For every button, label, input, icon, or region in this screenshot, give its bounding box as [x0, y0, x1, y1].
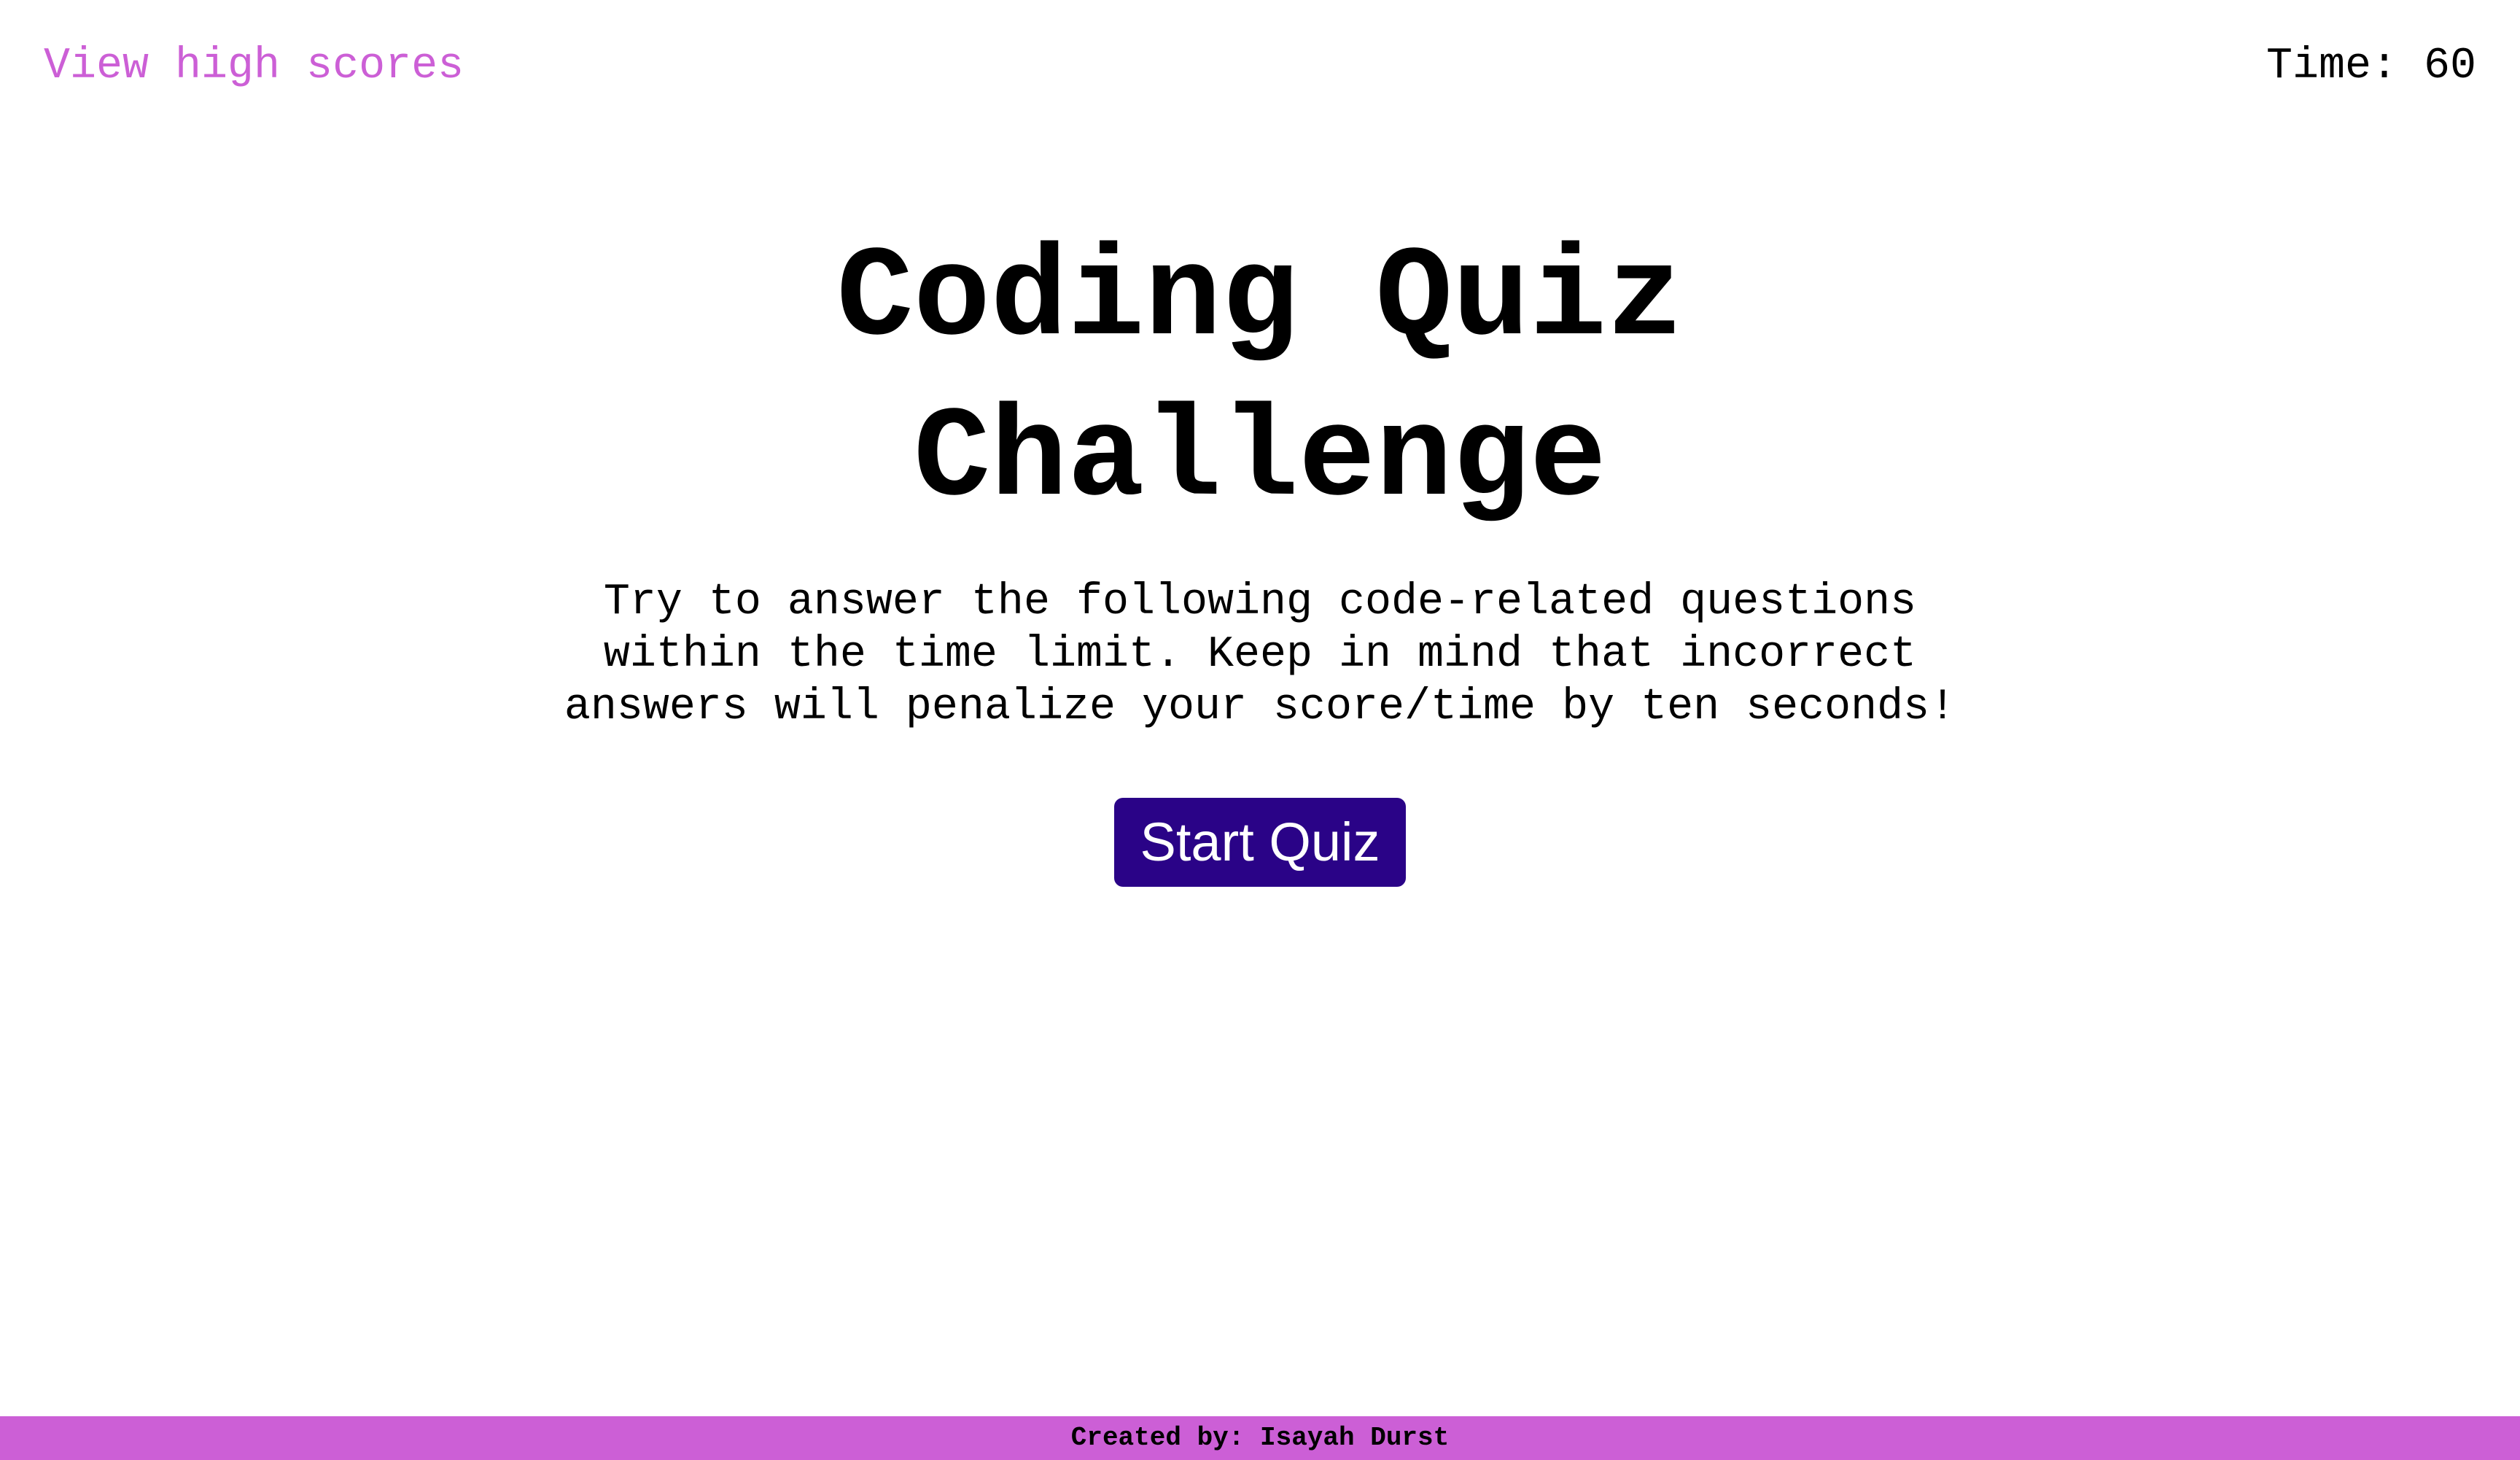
start-quiz-button[interactable]: Start Quiz — [1114, 798, 1406, 887]
quiz-intro: Coding Quiz Challenge Try to answer the … — [0, 219, 2520, 887]
timer: Time: 60 — [2266, 41, 2476, 92]
footer: Created by: Isayah Durst — [0, 1416, 2520, 1460]
timer-label: Time: — [2266, 42, 2398, 91]
page-title: Coding Quiz Challenge — [836, 226, 1684, 532]
view-high-scores-link[interactable]: View high scores — [44, 41, 464, 92]
quiz-description: Try to answer the following code-related… — [564, 578, 1956, 732]
footer-credit: Created by: Isayah Durst — [1070, 1423, 1450, 1453]
timer-value: 60 — [2423, 42, 2476, 91]
